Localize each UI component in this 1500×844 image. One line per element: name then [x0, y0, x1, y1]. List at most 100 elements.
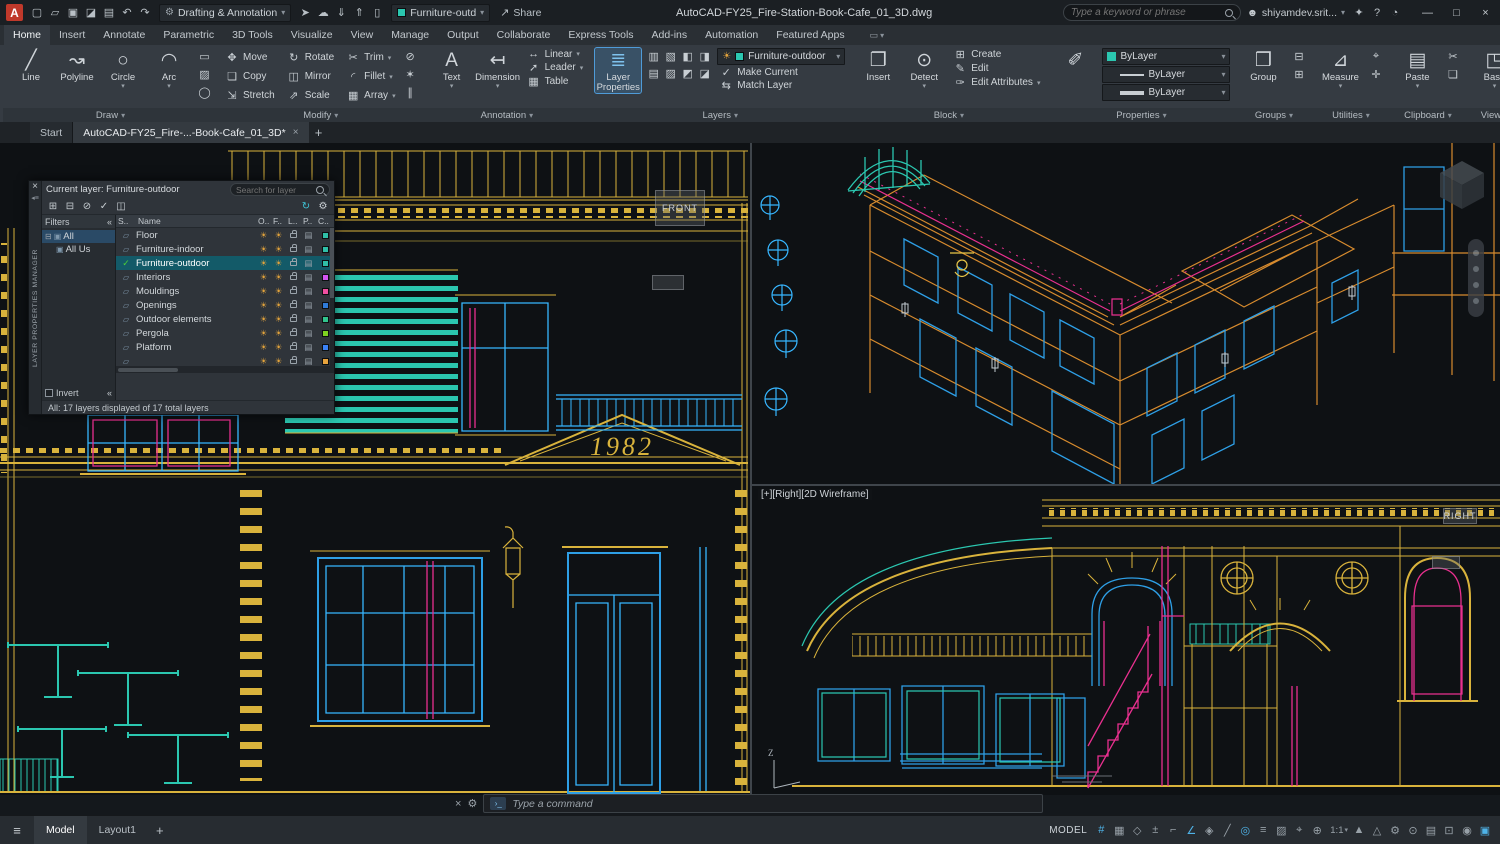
layer-unlock-icon[interactable]	[286, 331, 301, 336]
panel-label-draw[interactable]: Draw▾	[3, 108, 218, 122]
command-input[interactable]: ›_ Type a command	[483, 794, 1043, 813]
layer-row[interactable]: ▱ Furniture-indoor ☀ ☀ ▤	[116, 242, 334, 256]
layer-on-icon[interactable]: ☀	[256, 286, 271, 297]
new-file-icon[interactable]: ▢	[29, 4, 45, 22]
layer-select[interactable]: ☀ Furniture-outdoor ▾	[717, 48, 845, 65]
tab-layout1[interactable]: Layout1	[87, 816, 148, 844]
redo-icon[interactable]: ↷	[137, 4, 153, 22]
help-icon[interactable]: ?	[1369, 4, 1385, 22]
delete-layer-icon[interactable]: ⊘	[80, 201, 94, 212]
layer-unlock-icon[interactable]: ◪	[696, 65, 713, 82]
layer-row[interactable]: ▱ ☀ ☀ ▤	[116, 354, 334, 366]
arc-tool[interactable]: ◠ Arc ▾	[146, 48, 192, 90]
layer-unlock-icon[interactable]	[286, 275, 301, 280]
tab-model[interactable]: Model	[34, 816, 87, 844]
offset-tool-icon[interactable]: ∥	[402, 84, 419, 101]
edit-attributes-button[interactable]: ✑ Edit Attributes ▾	[951, 76, 1042, 89]
layer-on-icon[interactable]: ☀	[256, 356, 271, 367]
new-vp-frozen-layer-icon[interactable]: ⊟	[63, 201, 77, 212]
array-tool[interactable]: ▦ Array ▾	[344, 86, 397, 105]
layer-unlock-icon[interactable]	[286, 261, 301, 266]
lock-ui-icon[interactable]: ⊡ ▾	[1441, 820, 1458, 841]
quick-calc-icon[interactable]: ✛	[1367, 66, 1384, 83]
layer-on-icon[interactable]: ☀	[256, 230, 271, 241]
linetype-select[interactable]: ByLayer ▾	[1102, 66, 1230, 83]
ribbon-display-toggle[interactable]: ▭▾	[864, 25, 891, 45]
object-snap-icon[interactable]: ◎ ▾	[1237, 820, 1254, 841]
scale-tool[interactable]: ⇗ Scale ▾	[285, 86, 336, 105]
lineweight-select[interactable]: ByLayer ▾	[1102, 84, 1230, 101]
panel-label-annotation[interactable]: Annotation▾	[424, 108, 591, 122]
leader-tool[interactable]: ➚ Leader ▾	[525, 61, 586, 74]
ribbon-tab[interactable]: Collaborate	[488, 25, 560, 45]
vertical-scrollbar[interactable]	[330, 228, 334, 366]
filter-all-used[interactable]: ▣ All Us	[42, 243, 115, 256]
layer-states-icon[interactable]: ◫	[114, 201, 128, 212]
palette-menu-icon[interactable]: ≡	[35, 195, 39, 202]
panel-label-modify[interactable]: Modify▾	[218, 108, 424, 122]
column-header[interactable]: O..	[256, 216, 271, 226]
close-button[interactable]: ×	[1471, 0, 1500, 25]
column-header[interactable]: C..	[316, 216, 334, 226]
layer-properties-button[interactable]: ≣ Layer Properties	[595, 48, 641, 93]
ribbon-tab[interactable]: View	[342, 25, 383, 45]
menu-icon[interactable]: ≡	[0, 823, 34, 838]
ribbon-tab[interactable]: Insert	[50, 25, 94, 45]
ribbon-tab[interactable]: 3D Tools	[223, 25, 282, 45]
layer-unlock-icon[interactable]	[286, 289, 301, 294]
match-layer-button[interactable]: ⇆ Match Layer	[717, 79, 845, 92]
transparency-icon[interactable]: ▨ ▾	[1273, 820, 1290, 841]
layer-row[interactable]: ▱ Mouldings ☀ ☀ ▤	[116, 284, 334, 298]
snap-icon[interactable]: ▦ ▾	[1111, 820, 1128, 841]
plot-icon[interactable]: ▤	[101, 4, 117, 22]
save-as-icon[interactable]: ◪	[83, 4, 99, 22]
grid-icon[interactable]: # ▾	[1093, 820, 1110, 841]
layer-freeze-icon[interactable]: ☀	[271, 258, 286, 269]
layer-unlock-icon[interactable]	[286, 233, 301, 238]
layer-row[interactable]: ▱ Outdoor elements ☀ ☀ ▤	[116, 312, 334, 326]
ribbon-tab[interactable]: Express Tools	[559, 25, 642, 45]
layer-thaw-icon[interactable]: ◩	[679, 65, 696, 82]
match-properties-button[interactable]: ✐	[1052, 48, 1098, 73]
layer-freeze-icon[interactable]: ☀	[271, 328, 286, 339]
set-current-layer-icon[interactable]: ✓	[97, 201, 111, 212]
group-edit-icon[interactable]: ⊞	[1290, 66, 1307, 83]
quick-layer-select[interactable]: Furniture-outd ▾	[391, 4, 490, 22]
expander-icon[interactable]: ⊟	[45, 232, 52, 241]
layer-on-icon[interactable]: ☀	[256, 314, 271, 325]
panel-label-utilities[interactable]: Utilities▾	[1312, 108, 1389, 122]
layer-freeze-icon[interactable]: ☀	[271, 286, 286, 297]
id-point-icon[interactable]: ⌖	[1367, 48, 1384, 65]
insert-block-button[interactable]: ❐ Insert ▾	[855, 48, 901, 90]
detect-button[interactable]: ⊙ Detect ▾	[901, 48, 947, 90]
polar-tracking-icon[interactable]: ∠ ▾	[1183, 820, 1200, 841]
layer-search-box[interactable]	[230, 183, 330, 196]
app-logo[interactable]: A	[6, 4, 23, 21]
invert-checkbox[interactable]	[45, 389, 53, 397]
fillet-tool[interactable]: ◜ Fillet ▾	[344, 67, 397, 86]
infer-constraints-icon[interactable]: ◇ ▾	[1129, 820, 1146, 841]
layer-plot-icon[interactable]: ▤	[301, 328, 316, 339]
search-input[interactable]	[1071, 7, 1220, 18]
ribbon-tab[interactable]: Featured Apps	[767, 25, 853, 45]
layer-lock-icon[interactable]: ◨	[696, 48, 713, 65]
layer-on-icon[interactable]: ☀	[256, 300, 271, 311]
column-header[interactable]: L..	[286, 216, 301, 226]
ellipse-tool-icon[interactable]: ◯	[196, 84, 213, 101]
layer-freeze-icon[interactable]: ☀	[271, 314, 286, 325]
close-icon[interactable]: ×	[455, 798, 461, 810]
layer-plot-icon[interactable]: ▤	[301, 286, 316, 297]
layer-on-icon[interactable]: ☀	[256, 244, 271, 255]
collapse-icon[interactable]: «	[107, 388, 112, 398]
layer-freeze-icon[interactable]: ☀	[271, 230, 286, 241]
column-header[interactable]: P..	[301, 216, 316, 226]
settings-icon[interactable]: ⚙	[316, 201, 330, 212]
clean-screen-icon[interactable]: ▣ ▾	[1477, 820, 1494, 841]
layer-plot-icon[interactable]: ▤	[301, 244, 316, 255]
new-layer-icon[interactable]: ⊞	[46, 201, 60, 212]
annotation-scale-control[interactable]: 1:1 ▾	[1327, 820, 1350, 841]
layer-on-icon[interactable]: ☀	[256, 258, 271, 269]
erase-tool-icon[interactable]: ⊘	[402, 48, 419, 65]
collapse-icon[interactable]: «	[107, 217, 112, 227]
move-tool[interactable]: ✥ Move ▾	[223, 48, 277, 67]
